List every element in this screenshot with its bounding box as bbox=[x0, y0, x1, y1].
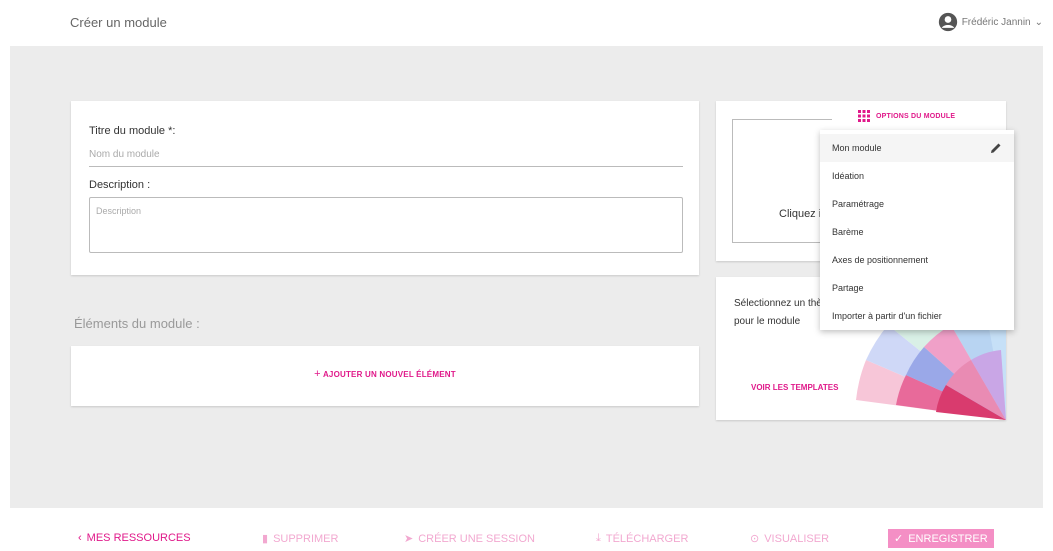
top-bar: Créer un module Frédéric Jannin ⌄ bbox=[0, 0, 1053, 46]
bottom-action-bar: ‹ MES RESSOURCES ▮ SUPPRIMER ➤ CRÉER UNE… bbox=[0, 528, 1053, 551]
user-name: Frédéric Jannin bbox=[961, 16, 1031, 28]
menu-item-settings[interactable]: Paramétrage bbox=[820, 190, 1014, 218]
module-options-label: OPTIONS DU MODULE bbox=[876, 112, 956, 120]
add-element-label: AJOUTER UN NOUVEL ÉLÉMENT bbox=[322, 370, 456, 379]
chevron-down-icon: ⌄ bbox=[1034, 16, 1043, 28]
module-form-card: Titre du module *: Description : bbox=[71, 101, 699, 275]
description-textarea[interactable] bbox=[89, 197, 683, 253]
download-label: TÉLÉCHARGER bbox=[605, 532, 689, 545]
menu-item-positioning-axes[interactable]: Axes de positionnement bbox=[820, 246, 1014, 274]
description-label: Description : bbox=[89, 179, 151, 191]
plus-icon: + bbox=[314, 368, 321, 380]
preview-label: VISUALISER bbox=[764, 532, 830, 545]
account-circle-icon bbox=[938, 12, 957, 32]
upload-text: Cliquez i bbox=[779, 208, 822, 220]
send-icon: ➤ bbox=[404, 533, 414, 545]
menu-item-label: Mon module bbox=[832, 143, 882, 153]
grid-icon bbox=[858, 110, 870, 122]
menu-item-import-file[interactable]: Importer à partir d'un fichier bbox=[820, 302, 1014, 330]
module-options-menu: Mon module Idéation Paramétrage Barème A… bbox=[820, 130, 1014, 330]
download-button[interactable]: ⤓ TÉLÉCHARGER bbox=[596, 532, 688, 545]
check-icon: ✓ bbox=[894, 533, 904, 545]
module-options-button[interactable]: OPTIONS DU MODULE bbox=[858, 104, 955, 128]
menu-item-my-module[interactable]: Mon module bbox=[820, 134, 1014, 162]
preview-button[interactable]: ⊙ VISUALISER bbox=[750, 532, 830, 546]
preview-icon: ⊙ bbox=[750, 533, 760, 545]
create-session-label: CRÉER UNE SESSION bbox=[418, 532, 535, 545]
back-arrow-icon: ‹ bbox=[78, 532, 82, 544]
save-label: ENREGISTRER bbox=[908, 532, 988, 545]
add-element-card: + AJOUTER UN NOUVEL ÉLÉMENT bbox=[71, 346, 699, 406]
delete-button[interactable]: ▮ SUPPRIMER bbox=[262, 532, 339, 546]
menu-item-scale[interactable]: Barème bbox=[820, 218, 1014, 246]
menu-item-share[interactable]: Partage bbox=[820, 274, 1014, 302]
menu-item-ideation[interactable]: Idéation bbox=[820, 162, 1014, 190]
pencil-icon[interactable] bbox=[990, 142, 1002, 154]
title-label: Titre du module *: bbox=[89, 125, 176, 137]
create-session-button[interactable]: ➤ CRÉER UNE SESSION bbox=[404, 532, 535, 546]
upload-dropzone[interactable]: Cliquez i bbox=[732, 119, 832, 243]
my-resources-label: MES RESSOURCES bbox=[86, 532, 191, 544]
user-menu[interactable]: Frédéric Jannin ⌄ bbox=[938, 12, 1043, 32]
view-templates-button[interactable]: VOIR LES TEMPLATES bbox=[751, 383, 838, 392]
download-icon: ⤓ bbox=[596, 532, 601, 544]
main-area: Titre du module *: Description : Élément… bbox=[10, 46, 1043, 508]
my-resources-button[interactable]: ‹ MES RESSOURCES bbox=[78, 532, 191, 544]
delete-label: SUPPRIMER bbox=[273, 532, 339, 545]
page-title: Créer un module bbox=[70, 15, 167, 30]
elements-section-label: Éléments du module : bbox=[74, 316, 200, 331]
module-title-input[interactable] bbox=[89, 143, 683, 167]
add-element-button[interactable]: + AJOUTER UN NOUVEL ÉLÉMENT bbox=[71, 368, 699, 380]
save-button[interactable]: ✓ ENREGISTRER bbox=[888, 529, 994, 548]
trash-icon: ▮ bbox=[262, 533, 269, 545]
